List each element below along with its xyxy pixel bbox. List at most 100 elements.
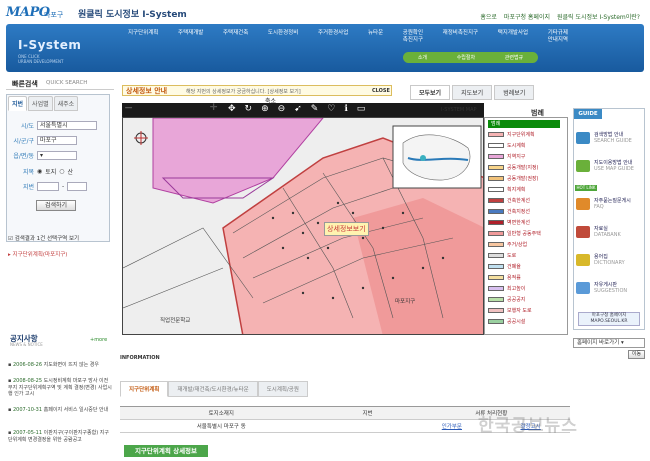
nav-item[interactable]: 뉴타운	[368, 30, 383, 44]
guide-sub: USE MAP GUIDE	[594, 166, 634, 172]
measure-icon[interactable]: ✎	[311, 104, 319, 115]
tab-district-plan[interactable]: 지구단위계획	[120, 381, 169, 397]
legend-item: 지역지구	[488, 153, 525, 160]
zoom-in-icon[interactable]: ⊕	[261, 104, 269, 115]
tab-new-address[interactable]: 새주소	[53, 96, 79, 111]
info-icon[interactable]: ℹ	[344, 104, 347, 115]
radio-mountain[interactable]: ○	[59, 168, 64, 175]
band-logo[interactable]: I-System	[18, 38, 81, 52]
view-tabs: 모두보기 지도보기 범례보기	[410, 85, 535, 100]
guide-suggestion[interactable]: 자유게시판 SUGGESTION	[576, 282, 627, 294]
legend-item: 도시계획	[488, 142, 525, 149]
map-drawing	[123, 118, 483, 334]
map-label-district: 마포지구	[395, 299, 416, 305]
nav-item[interactable]: 지구단위계획	[128, 30, 158, 44]
legend-label: 지구단위계획	[507, 132, 535, 138]
cell-location-text: 서울특별시 마포구	[196, 424, 239, 430]
cell-location: 서울특별시 마포구 동	[120, 419, 323, 433]
dong-row: 읍/면/동 ▾	[12, 151, 77, 160]
legend-label: 주거/상업	[507, 242, 528, 248]
tab-urban-plan[interactable]: 도시계획/공원	[257, 381, 308, 397]
guide-databank[interactable]: 자료실 DATABANK	[576, 226, 621, 238]
zoom-minus-button[interactable]: −	[124, 101, 133, 114]
legend-item: 최고높이	[488, 285, 525, 292]
notice-item[interactable]: ▪ 2007-10-31 홈페이지 서비스 일시중단 안내	[8, 407, 112, 414]
guide-faq[interactable]: 자주묻는질문게시 FAQ	[576, 198, 631, 210]
toolbar-icons: ✥ ↻ ⊕ ⊖ ➹ ✎ ♡ ℹ ▭	[228, 104, 365, 115]
nav-item[interactable]: 도시환경정비	[268, 30, 298, 44]
info-tabs: 지구단위계획 재개발/재건축/도시환경/뉴타운 도시계획/공원	[120, 381, 308, 397]
jibun-main-input[interactable]	[37, 182, 59, 191]
tab-view-map[interactable]: 지도보기	[452, 85, 493, 100]
print-icon[interactable]: ▭	[357, 104, 366, 115]
gucheong-banner[interactable]: 마포구청 홈페이지 MAPO.SEOUL.KR	[578, 312, 640, 326]
homepage-shortcut-select[interactable]: 홈페이지 바로가기 ▾	[573, 338, 645, 348]
search-button[interactable]: 검색하기	[36, 200, 76, 211]
subnav-intro[interactable]: 소개	[418, 54, 427, 61]
info-close-button[interactable]: CLOSE	[372, 88, 390, 94]
gu-select[interactable]: 마포구	[37, 136, 77, 145]
logo-subtitle: 마포구	[44, 11, 64, 19]
jibun-dash: -	[62, 183, 65, 190]
guide-search[interactable]: 검색방법 안내 SEARCH GUIDE	[576, 132, 632, 144]
zoom-out-icon[interactable]: ⊖	[278, 104, 286, 115]
refresh-icon[interactable]: ↻	[245, 104, 253, 115]
guide-title: GUIDE	[574, 109, 602, 119]
area-icon[interactable]: ♡	[327, 104, 335, 115]
tab-redevelopment[interactable]: 재개발/재건축/도시환경/뉴타운	[168, 381, 258, 397]
result-toggle[interactable]: ☑ 검색결과 1건 선택구역 보기	[8, 234, 79, 242]
jibun-sub-input[interactable]	[67, 182, 88, 191]
nav-item[interactable]: 공원확인 촉진지구	[403, 30, 423, 44]
nav-item[interactable]: 재정비촉진지구	[443, 30, 478, 44]
nav-item[interactable]: 주택재건축	[223, 30, 248, 44]
legend-item: 주거/상업	[488, 241, 527, 248]
legend-swatch	[488, 231, 504, 236]
notice-item[interactable]: ▪ 2006-08-26 지도화면이 뜨지 않는 경우	[8, 362, 112, 369]
tab-view-all[interactable]: 모두보기	[410, 85, 451, 100]
search-guide-icon	[576, 132, 590, 144]
legend-item: 도로	[488, 252, 516, 259]
subnav-procedure[interactable]: 수립절차	[457, 54, 475, 61]
legend-swatch	[488, 220, 504, 225]
dong-select[interactable]: ▾	[37, 151, 77, 160]
pan-icon[interactable]: ✥	[228, 104, 236, 115]
nav-item[interactable]: 택지개발사업	[498, 30, 528, 44]
notice-item[interactable]: ▪ 2007-05-11 이판지구(구이판지구종합) 지구단위계획 변경결정을 …	[8, 430, 112, 443]
nav-item[interactable]: 기타규제 안내지역	[548, 30, 568, 44]
detail-bubble[interactable]: 상세정보보기	[324, 222, 369, 236]
nav-item[interactable]: 주택재개발	[178, 30, 203, 44]
legend-swatch	[488, 198, 504, 203]
shortcut-go-button[interactable]: 이동	[628, 350, 645, 359]
home-link[interactable]: 홈으로	[480, 12, 497, 21]
legend-swatch	[488, 253, 504, 258]
si-select[interactable]: 서울특별시	[37, 121, 97, 130]
legend-swatch	[488, 132, 504, 137]
gucheong-link[interactable]: 마포구청 홈페이지	[504, 12, 550, 21]
subnav-law[interactable]: 관련법규	[505, 54, 523, 61]
guide-dictionary[interactable]: 용어집 DICTIONARY	[576, 254, 625, 266]
legend-item: 건축한계선	[488, 197, 530, 204]
zoom-plus-button[interactable]: +	[209, 100, 218, 113]
radio-land[interactable]: ◉	[37, 168, 42, 175]
legend-caption: 범례	[488, 120, 560, 128]
about-link[interactable]: 원클릭 도시정보 I-System이란?	[557, 12, 640, 21]
map-canvas[interactable]	[122, 117, 484, 335]
notice-more-link[interactable]: +more	[90, 337, 107, 343]
approval-link[interactable]: 인가부문	[442, 424, 462, 430]
tab-business[interactable]: 사업별	[28, 96, 53, 111]
legend-label: 공동개발(지정)	[507, 165, 539, 171]
watermark: 한국공보뉴스	[478, 416, 578, 436]
tab-view-legend[interactable]: 범례보기	[494, 85, 535, 100]
faq-icon	[576, 198, 590, 210]
jimok-row: 지목 ◉ 토지 ○ 산	[12, 167, 73, 176]
shortcut-label: 홈페이지 바로가기	[577, 340, 620, 346]
select-icon[interactable]: ➹	[294, 104, 302, 115]
result-region[interactable]: ▸ 지구단위계획(마포지구)	[8, 250, 67, 258]
nav-item[interactable]: 주거환경사업	[318, 30, 348, 44]
district-detail-button[interactable]: 지구단위계획 상세정보	[124, 445, 208, 457]
legend-label: 도시계획	[507, 143, 526, 149]
tab-jibun[interactable]: 지번	[8, 96, 28, 111]
notice-item[interactable]: ▪ 2008-08-25 도시정비계획 마포구 망사 이전부지 지구단위계획구역…	[8, 378, 112, 398]
guide-map[interactable]: 지도이용방법 안내 USE MAP GUIDE	[576, 160, 634, 172]
legend-item: 공동개발(권장)	[488, 175, 539, 182]
